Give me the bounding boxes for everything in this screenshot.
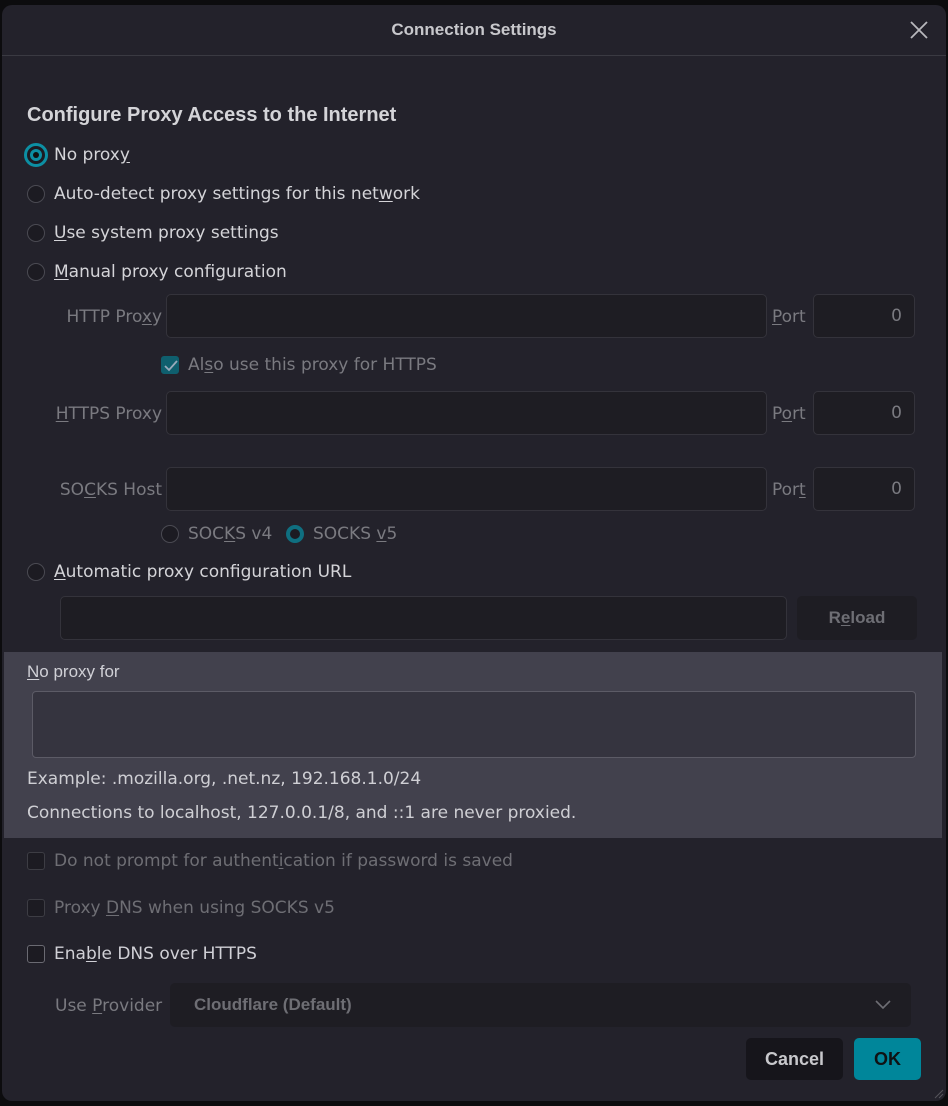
checkbox[interactable]: [27, 852, 45, 870]
resize-grip-icon[interactable]: [932, 1087, 944, 1099]
radio-socks-v5[interactable]: SOCKS v5: [286, 524, 397, 544]
radio-auto-config-url[interactable]: Automatic proxy configuration URL: [27, 562, 351, 582]
also-use-for-https-checkbox-row[interactable]: Also use this proxy for HTTPS: [161, 355, 437, 375]
provider-selected-value: Cloudflare (Default): [194, 995, 352, 1014]
https-port-input[interactable]: [813, 391, 915, 435]
section-heading: Configure Proxy Access to the Internet: [27, 104, 397, 126]
http-proxy-input[interactable]: [166, 294, 767, 338]
radio-label: SOCKS v5: [313, 524, 398, 544]
dns-over-https-checkbox-row[interactable]: Enable DNS over HTTPS: [27, 944, 257, 964]
radio-socks-v4[interactable]: SOCKS v4: [161, 524, 272, 544]
radio-label: SOCKS v4: [188, 524, 273, 544]
checkbox[interactable]: [27, 945, 45, 963]
no-proxy-textarea[interactable]: [32, 691, 916, 758]
title-bar: Connection Settings: [2, 5, 946, 56]
no-proxy-note: Connections to localhost, 127.0.0.1/8, a…: [27, 803, 577, 823]
radio-auto-detect[interactable]: Auto-detect proxy settings for this netw…: [27, 184, 420, 204]
radio-label: Manual proxy configuration: [54, 262, 287, 282]
checkbox-label: Do not prompt for authentication if pass…: [54, 851, 513, 871]
radio-button[interactable]: [27, 563, 45, 581]
provider-select[interactable]: Cloudflare (Default): [170, 983, 911, 1027]
radio-button-checked[interactable]: [24, 143, 48, 167]
chevron-down-icon: [875, 1000, 891, 1010]
radio-system-proxy[interactable]: Use system proxy settings: [27, 223, 279, 243]
http-port-input[interactable]: [813, 294, 915, 338]
reload-button[interactable]: Re load: [797, 596, 917, 640]
radio-button-checked[interactable]: [286, 525, 304, 543]
https-port-label: Port: [772, 404, 806, 424]
radio-button[interactable]: [27, 224, 45, 242]
auto-config-url-input[interactable]: [60, 596, 787, 640]
radio-label: Automatic proxy configuration URL: [54, 562, 352, 582]
radio-no-proxy[interactable]: No proxy: [24, 143, 130, 167]
socks-port-label: Port: [772, 480, 806, 500]
checkbox-label: Also use this proxy for HTTPS: [188, 355, 437, 375]
connection-settings-dialog: Connection Settings Configure Proxy Acce…: [2, 5, 946, 1101]
no-proxy-example: Example: .mozilla.org, .net.nz, 192.168.…: [27, 769, 422, 789]
radio-button[interactable]: [27, 263, 45, 281]
ok-button[interactable]: OK: [854, 1038, 921, 1080]
radio-label: Auto-detect proxy settings for this netw…: [54, 184, 420, 204]
checkbox-checked[interactable]: [161, 356, 179, 374]
provider-label: Use Provider: [55, 996, 163, 1016]
http-port-label: Port: [772, 307, 806, 327]
radio-button[interactable]: [161, 525, 179, 543]
https-proxy-label: HTTPS Proxy: [55, 404, 162, 424]
close-button[interactable]: [908, 19, 930, 41]
radio-label: Use system proxy settings: [54, 223, 279, 243]
socks-port-input[interactable]: [813, 467, 915, 511]
close-icon: [910, 21, 928, 39]
socks-host-input[interactable]: [166, 467, 767, 511]
checkmark-icon: [164, 360, 178, 372]
cancel-button[interactable]: Cancel: [746, 1038, 843, 1080]
checkbox[interactable]: [27, 899, 45, 917]
radio-button[interactable]: [27, 185, 45, 203]
no-proxy-label: No proxy for: [27, 662, 120, 681]
dialog-title: Connection Settings: [391, 20, 557, 39]
radio-label: No proxy: [54, 145, 130, 165]
socks-host-label: SOCKS Host: [59, 480, 162, 500]
checkbox-label: Proxy DNS when using SOCKS v5: [54, 898, 335, 918]
radio-manual-proxy[interactable]: Manual proxy configuration: [27, 262, 287, 282]
https-proxy-input[interactable]: [166, 391, 767, 435]
proxy-dns-checkbox-row[interactable]: Proxy DNS when using SOCKS v5: [27, 898, 335, 918]
checkbox-label: Enable DNS over HTTPS: [54, 944, 257, 964]
http-proxy-label: HTTP Proxy: [66, 307, 162, 327]
no-proxy-panel: No proxy for Example: .mozilla.org, .net…: [4, 652, 942, 838]
no-auth-prompt-checkbox-row[interactable]: Do not prompt for authentication if pass…: [27, 851, 513, 871]
